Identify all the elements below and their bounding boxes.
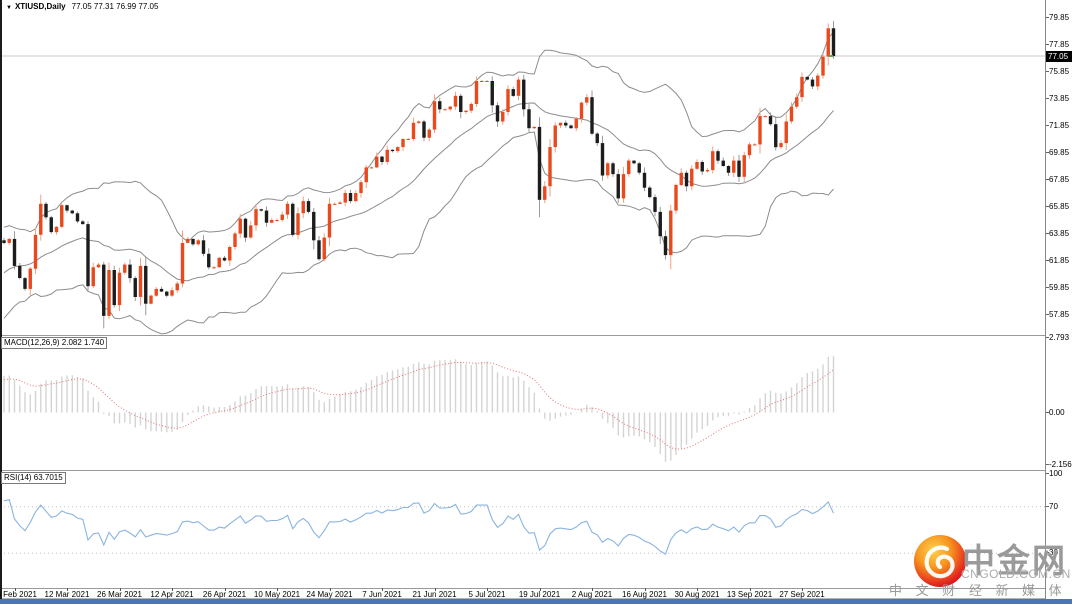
price-axis-label: 57.85 [1049,310,1070,320]
price-axis-label: 63.85 [1049,229,1070,239]
price-axis-label: 73.85 [1049,94,1070,104]
price-chart-pane[interactable] [0,0,1045,336]
bollinger-bands [3,31,834,335]
time-axis-label: 2 Aug 2021 [571,590,613,599]
price-axis-label: 79.85 [1049,13,1070,23]
rsi-level-lines [0,506,1045,554]
ask-marker [829,55,833,57]
price-axis-label: 67.85 [1049,175,1070,185]
price-axis-label: 61.85 [1049,256,1070,266]
candle-bodies [2,28,836,316]
time-axis-label: 27 Sep 2021 [779,590,825,599]
time-axis-label: 26 Feb 2021 [0,590,37,599]
time-axis-label: 7 Jun 2021 [362,590,402,599]
time-axis-label: 19 Jul 2021 [518,590,561,599]
rsi-axis-label: 30 [1049,548,1058,558]
macd-indicator-label: MACD(12,26,9) 2.082 1.740 [1,337,108,349]
time-axis-label: 26 Mar 2021 [97,590,142,599]
price-axis-label: 71.85 [1049,121,1070,131]
time-axis-label: 12 Mar 2021 [44,590,90,599]
time-axis-label: 30 Aug 2021 [674,590,720,599]
pane-separator[interactable] [0,335,1072,336]
current-price-tag: 77.05 [1046,50,1072,62]
price-axis-label: 65.85 [1049,202,1070,212]
time-axis-label: 10 May 2021 [253,590,301,599]
time-axis-label: 21 Jun 2021 [412,590,457,599]
price-axis-label: 77.85 [1049,40,1070,50]
time-axis-label: 16 Aug 2021 [622,590,667,599]
price-axis-label: 69.85 [1049,148,1070,158]
bottom-bar [0,599,1072,604]
rsi-pane[interactable] [0,471,1045,588]
mt4-chart-window: { "window": { "title_arrow": "▼", "symbo… [0,0,1072,604]
rsi-line [3,499,834,556]
macd-pane[interactable] [0,336,1045,470]
rsi-indicator-label: RSI(14) 63.7015 [1,472,66,484]
macd-axis-label: -2.156 [1049,460,1072,469]
macd-axis-label: 2.793 [1049,333,1070,342]
ohlc-readout: 77.05 77.31 76.99 77.05 [71,2,159,11]
time-axis-label: 12 Apr 2021 [150,590,194,599]
price-axis-label: 59.85 [1049,283,1070,293]
macd-axis-label: 0.00 [1049,407,1065,417]
chart-title: ▼ XTIUSD,Daily 77.05 77.31 76.99 77.05 [6,2,158,11]
macd-histogram [3,356,835,462]
time-axis-label: 26 Apr 2021 [202,590,247,599]
pane-separator[interactable] [0,470,1072,471]
time-axis-label: 5 Jul 2021 [468,590,506,599]
price-axis-label: 75.85 [1049,67,1070,77]
rsi-axis-label: 100 [1049,469,1063,478]
time-axis-label: 13 Sep 2021 [726,590,773,599]
time-axis-label: 24 May 2021 [306,590,353,599]
rsi-axis-label: 70 [1049,501,1058,511]
window-left-border [0,0,2,599]
price-axis[interactable]: 77.05 79.85 77.85 75.85 73.85 71.85 69.85 67.8… [1045,0,1072,599]
symbol-timeframe-label: XTIUSD,Daily [14,2,66,11]
collapse-arrow-icon[interactable]: ▼ [6,5,12,11]
